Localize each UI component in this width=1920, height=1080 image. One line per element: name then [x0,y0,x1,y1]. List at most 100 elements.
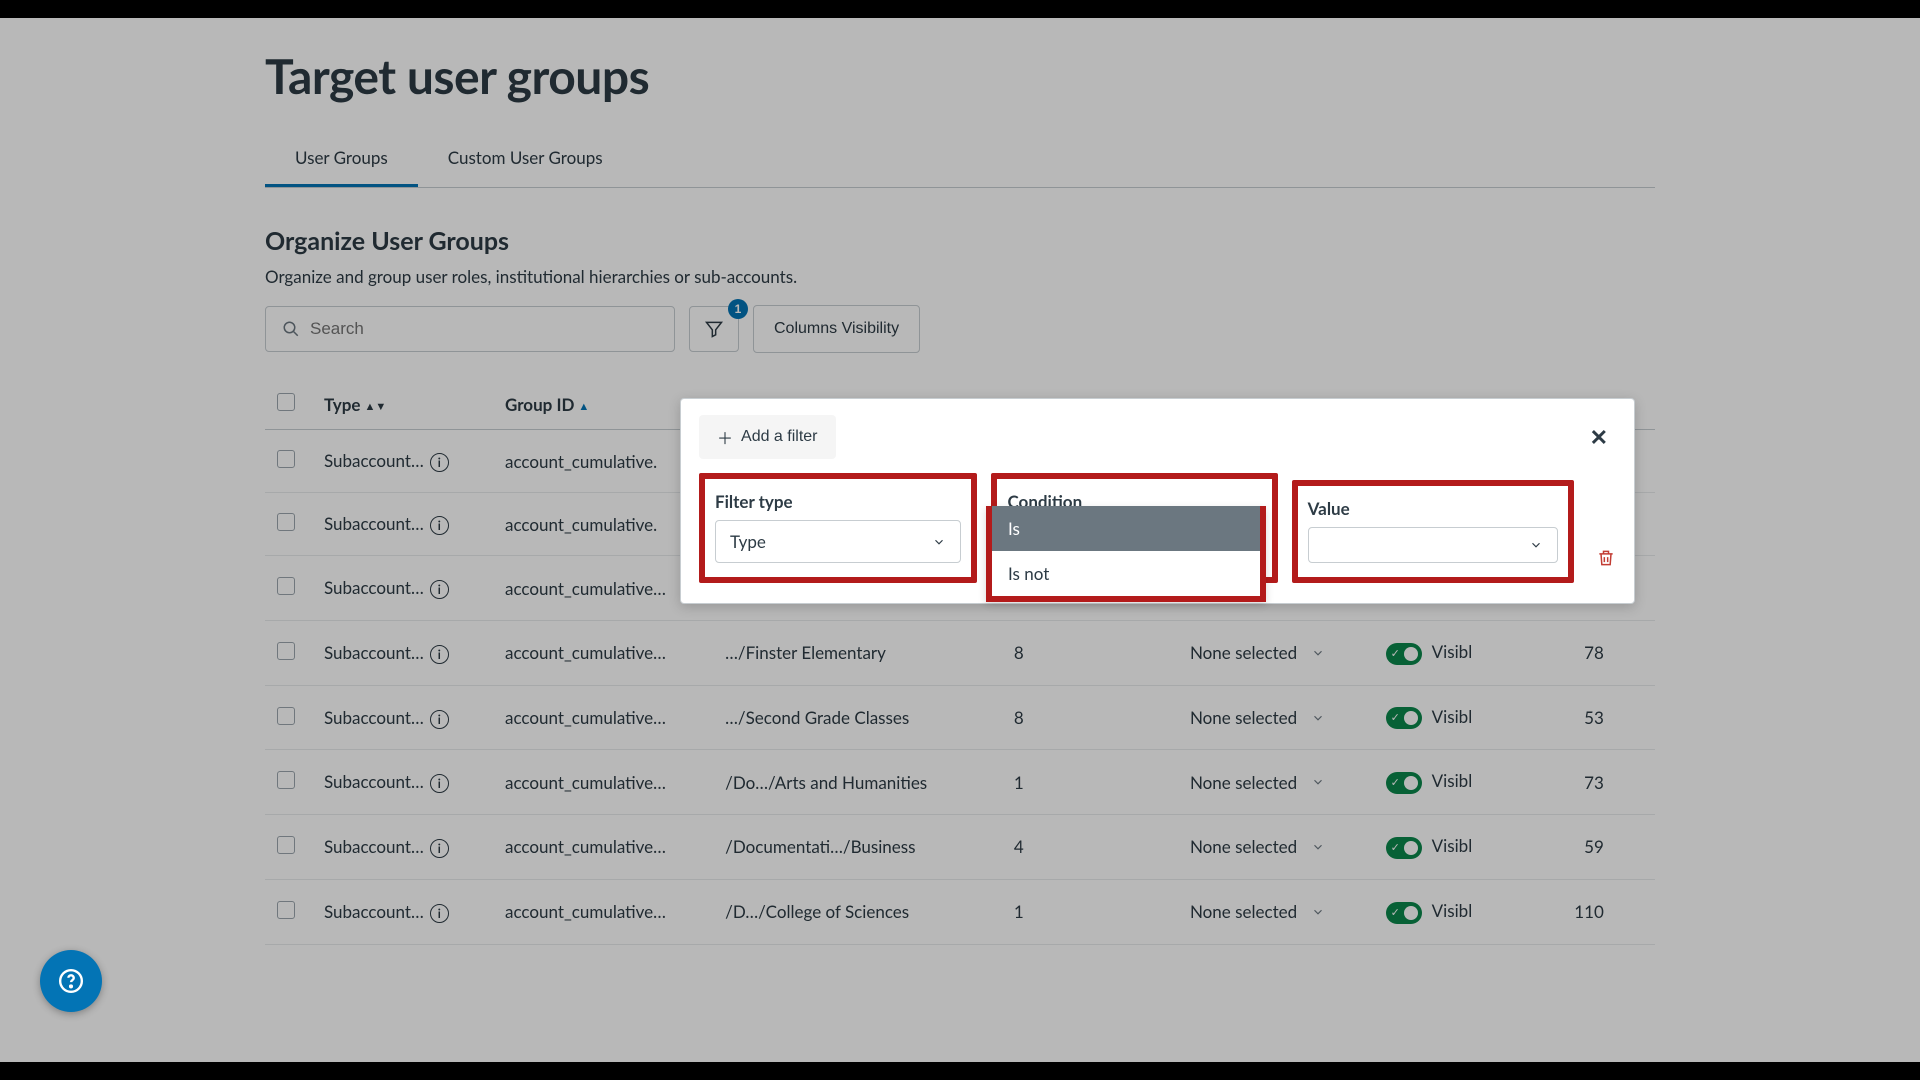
visibility-label: Visibl [1432,641,1473,662]
cell-num: 53 [1528,707,1616,728]
cell-num: 59 [1528,836,1616,857]
cell-type: Subaccount…i [324,836,505,858]
cell-num: 78 [1528,642,1616,663]
labels-select[interactable]: None selected [1190,772,1386,793]
cell-type: Subaccount…i [324,771,505,793]
row-checkbox[interactable] [277,771,295,789]
cell-type: Subaccount…i [324,707,505,729]
cell-group-id: account_cumulative… [505,772,725,793]
table-row: Subaccount…i account_cumulative… /Do…/Ar… [265,750,1655,815]
cell-path: /D…/College of Sciences [725,901,1014,922]
option-is[interactable]: Is [992,506,1260,551]
row-checkbox[interactable] [277,513,295,531]
cell-count: 1 [1014,772,1190,793]
cell-group-id: account_cumulative… [505,707,725,728]
info-icon[interactable]: i [430,710,449,729]
row-checkbox[interactable] [277,901,295,919]
chevron-down-icon [1311,711,1325,725]
cell-group-id: account_cumulative… [505,642,725,663]
tab-user-groups[interactable]: User Groups [265,133,418,187]
cell-path: /Documentati…/Business [725,836,1014,857]
filter-type-label: Filter type [715,491,961,512]
visibility-toggle[interactable]: ✓ [1386,772,1422,794]
row-checkbox[interactable] [277,642,295,660]
table-row: Subaccount…i account_cumulative… …/Finst… [265,621,1655,686]
add-filter-button[interactable]: ＋ Add a filter [699,415,836,459]
chevron-down-icon [1311,840,1325,854]
cell-group-id: account_cumulative… [505,901,725,922]
table-row: Subaccount…i account_cumulative… /Docume… [265,815,1655,880]
table-row: Subaccount…i account_cumulative… /D…/Col… [265,880,1655,945]
delete-filter-button[interactable] [1596,547,1616,583]
info-icon[interactable]: i [430,516,449,535]
funnel-icon [704,319,724,339]
value-label: Value [1308,498,1558,519]
search-icon [282,320,300,338]
filter-type-field: Filter type Type [699,473,977,583]
labels-select[interactable]: None selected [1190,642,1386,663]
labels-select[interactable]: None selected [1190,707,1386,728]
cell-type: Subaccount…i [324,450,505,472]
search-input[interactable] [310,319,658,339]
help-fab[interactable] [40,950,102,1012]
row-checkbox[interactable] [277,707,295,725]
info-icon[interactable]: i [430,904,449,923]
row-checkbox[interactable] [277,836,295,854]
value-select[interactable] [1308,527,1558,563]
visibility-label: Visibl [1432,835,1473,856]
header-type[interactable]: Type▲▼ [324,394,505,415]
chevron-down-icon [932,535,946,549]
cell-count: 8 [1014,642,1190,663]
cell-path: …/Finster Elementary [725,642,1014,663]
visibility-toggle[interactable]: ✓ [1386,837,1422,859]
filter-type-select[interactable]: Type [715,520,961,563]
search-input-wrap[interactable] [265,306,675,352]
visibility-label: Visibl [1432,770,1473,791]
close-icon[interactable]: ✕ [1582,419,1616,455]
visibility-toggle[interactable]: ✓ [1386,902,1422,924]
info-icon[interactable]: i [430,453,449,472]
visibility-label: Visibl [1432,706,1473,727]
row-checkbox[interactable] [277,577,295,595]
cell-count: 8 [1014,707,1190,728]
section-title: Organize User Groups [265,226,1655,256]
cell-type: Subaccount…i [324,513,505,535]
info-icon[interactable]: i [430,839,449,858]
question-icon [58,968,84,994]
cell-type: Subaccount…i [324,577,505,599]
info-icon[interactable]: i [430,580,449,599]
condition-dropdown: Is Is not [986,506,1266,602]
chevron-down-icon [1529,538,1543,552]
info-icon[interactable]: i [430,774,449,793]
info-icon[interactable]: i [430,645,449,664]
cell-type: Subaccount…i [324,901,505,923]
labels-select[interactable]: None selected [1190,901,1386,922]
page-title: Target user groups [265,18,1655,133]
select-all-checkbox[interactable] [277,393,295,411]
cell-count: 4 [1014,836,1190,857]
cell-group-id: account_cumulative… [505,836,725,857]
tab-custom-user-groups[interactable]: Custom User Groups [418,133,633,187]
value-field: Value [1292,480,1574,583]
cell-path: /Do…/Arts and Humanities [725,772,1014,793]
section-sub: Organize and group user roles, instituti… [265,266,1655,287]
chevron-down-icon [1311,775,1325,789]
table-row: Subaccount…i account_cumulative… …/Secon… [265,686,1655,751]
labels-select[interactable]: None selected [1190,836,1386,857]
visibility-label: Visibl [1432,900,1473,921]
cell-path: …/Second Grade Classes [725,707,1014,728]
option-is-not[interactable]: Is not [992,551,1260,596]
columns-visibility-button[interactable]: Columns Visibility [753,305,920,353]
visibility-toggle[interactable]: ✓ [1386,643,1422,665]
sort-asc-icon: ▲ [578,400,589,413]
filter-button[interactable]: 1 [689,306,739,352]
plus-icon: ＋ [717,425,733,449]
cell-num: 73 [1528,772,1616,793]
chevron-down-icon [1311,646,1325,660]
cell-num: 110 [1528,901,1616,922]
visibility-toggle[interactable]: ✓ [1386,707,1422,729]
row-checkbox[interactable] [277,450,295,468]
filter-badge: 1 [728,299,748,319]
chevron-down-icon [1311,905,1325,919]
cell-count: 1 [1014,901,1190,922]
